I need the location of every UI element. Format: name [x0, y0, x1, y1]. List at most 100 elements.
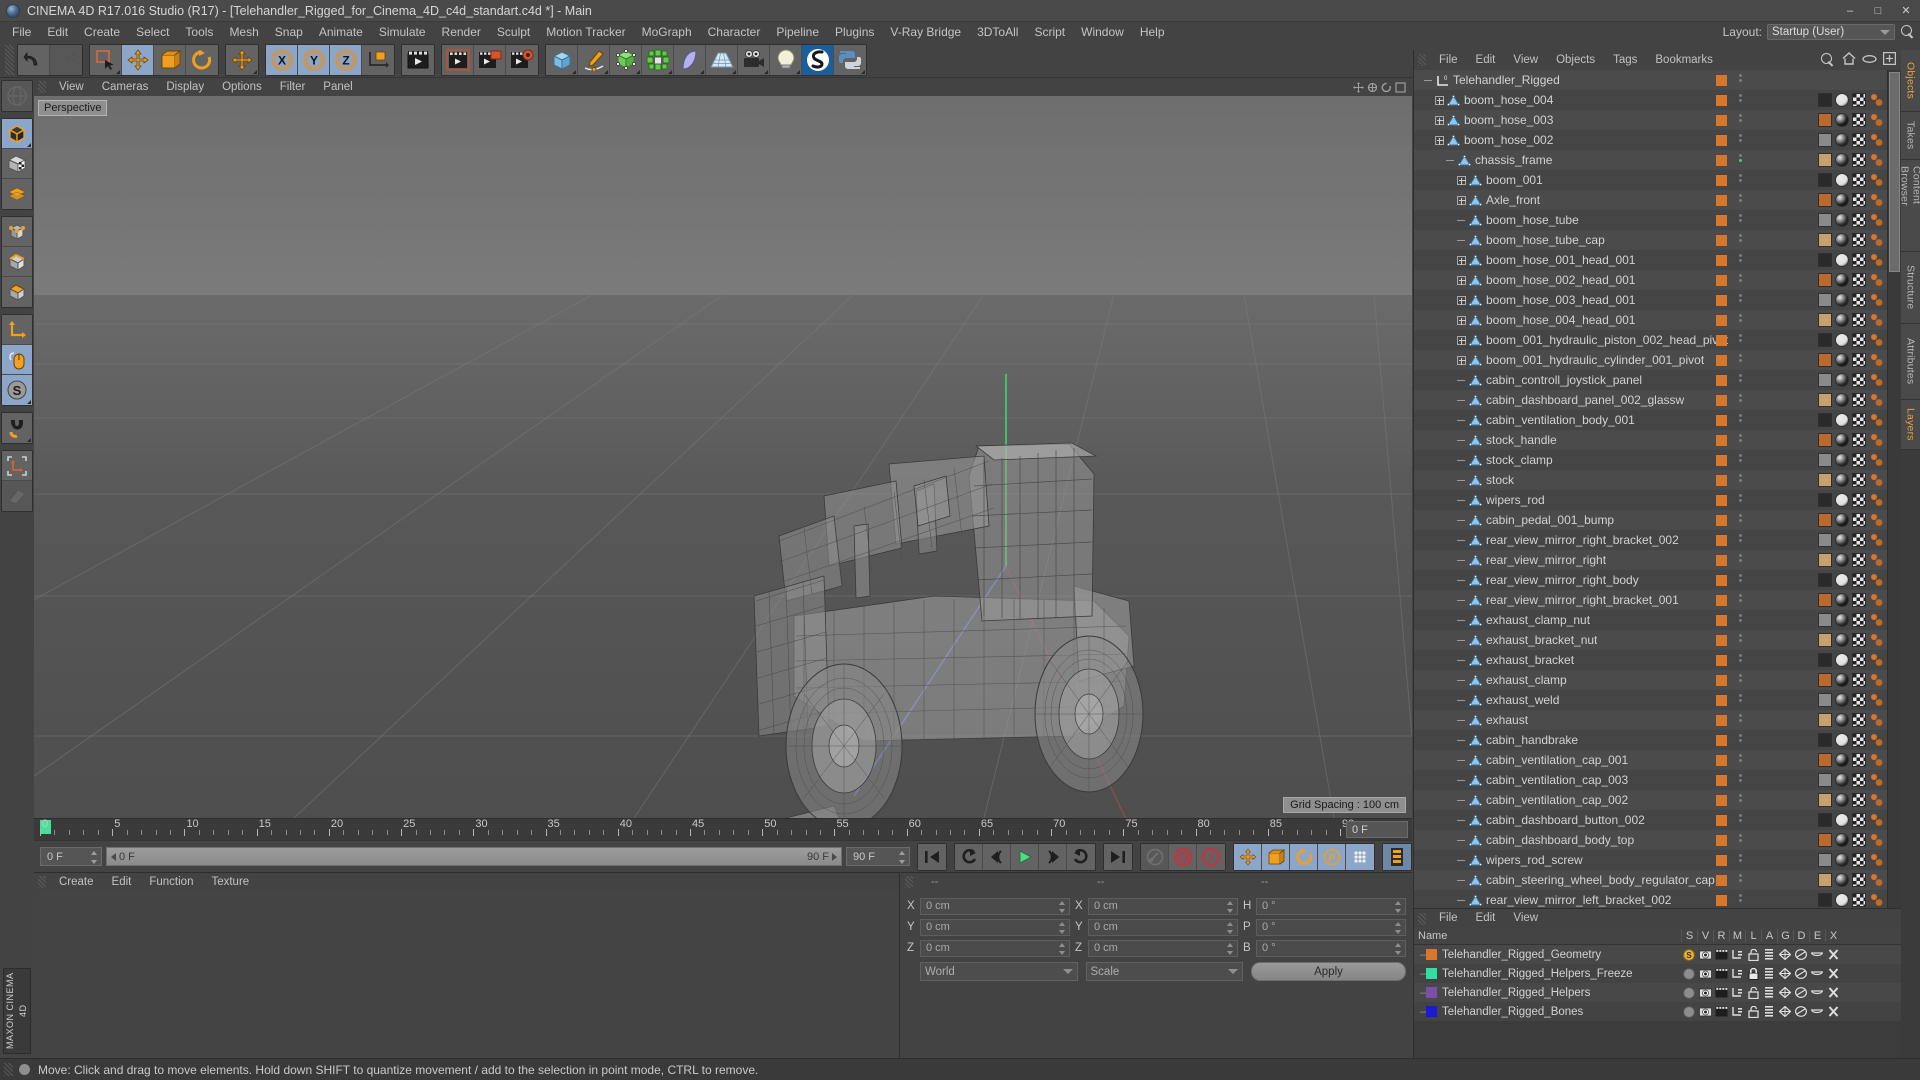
visibility-dots[interactable]	[1739, 393, 1743, 407]
object-tree-row[interactable]: exhaust_clamp_nut	[1414, 610, 1887, 630]
object-tag-icon[interactable]	[1852, 713, 1866, 727]
vertical-tab-attributes[interactable]: Attributes	[1901, 324, 1920, 400]
object-tag-icon[interactable]	[1852, 673, 1866, 687]
end-frame-input[interactable]: 90 F	[846, 847, 910, 866]
coordinate-space-select[interactable]: World	[920, 962, 1078, 981]
layer-column-x[interactable]: X	[1825, 930, 1841, 942]
layer-color-swatch[interactable]	[1716, 634, 1727, 646]
object-tree-row[interactable]: exhaust	[1414, 710, 1887, 730]
object-tag-icon[interactable]	[1852, 633, 1866, 647]
vertical-tab-takes[interactable]: Takes	[1901, 112, 1920, 160]
visibility-dots[interactable]	[1739, 513, 1743, 527]
material-list[interactable]	[34, 891, 899, 1058]
render-region-button[interactable]	[442, 44, 474, 75]
visibility-dots[interactable]	[1739, 793, 1743, 807]
stepper-icon[interactable]	[91, 851, 98, 864]
sculpt-symmetry-button[interactable]: S	[2, 375, 32, 405]
object-tag-icon[interactable]	[1835, 533, 1849, 547]
visibility-dots[interactable]	[1739, 353, 1743, 367]
layer-flag-xref[interactable]	[1825, 968, 1841, 979]
object-tag-icon[interactable]	[1818, 833, 1832, 847]
object-tag-icon[interactable]	[1818, 233, 1832, 247]
object-tag-icon[interactable]	[1852, 893, 1866, 907]
object-tag-icon[interactable]	[1869, 853, 1883, 867]
viewport-scale-icon[interactable]	[1367, 82, 1378, 93]
menu-item-simulate[interactable]: Simulate	[371, 22, 434, 42]
layer-flag-lock[interactable]	[1745, 986, 1761, 999]
layer-color-swatch[interactable]	[1716, 274, 1727, 286]
layer-color-swatch[interactable]	[1716, 714, 1727, 726]
visibility-dots[interactable]	[1739, 373, 1743, 387]
layer-color-swatch[interactable]	[1716, 234, 1727, 246]
object-tree-row[interactable]: exhaust_clamp	[1414, 670, 1887, 690]
object-tag-icon[interactable]	[1852, 113, 1866, 127]
object-tree-row[interactable]: boom_hose_004_head_001	[1414, 310, 1887, 330]
object-tag-icon[interactable]	[1869, 713, 1883, 727]
object-menu-tags[interactable]: Tags	[1604, 50, 1646, 70]
object-tag-icon[interactable]	[1869, 373, 1883, 387]
layer-column-g[interactable]: G	[1777, 930, 1793, 942]
layer-color-swatch[interactable]	[1716, 774, 1727, 786]
status-grip[interactable]	[4, 1063, 13, 1076]
layer-column-m[interactable]: M	[1729, 930, 1745, 942]
layer-color-swatch[interactable]	[1426, 949, 1437, 960]
object-tag-icon[interactable]	[1852, 293, 1866, 307]
size-y-input[interactable]: 0 cm	[1088, 918, 1238, 936]
layer-column-e[interactable]: E	[1809, 930, 1825, 942]
layer-flag-manager[interactable]	[1729, 987, 1745, 998]
object-tag-icon[interactable]	[1869, 553, 1883, 567]
expand-toggle-icon[interactable]	[1457, 315, 1466, 325]
vray-bridge-button[interactable]	[802, 44, 834, 75]
visibility-dots[interactable]	[1739, 653, 1743, 667]
object-tag-icon[interactable]	[1818, 333, 1832, 347]
object-tag-icon[interactable]	[1852, 273, 1866, 287]
object-tree-row[interactable]: boom_hose_002	[1414, 130, 1887, 150]
rotate-tool-button[interactable]	[186, 44, 218, 75]
primitive-cube-button[interactable]	[546, 44, 578, 75]
layer-flag-visible[interactable]	[1697, 969, 1713, 979]
apply-button[interactable]: Apply	[1251, 962, 1406, 981]
layer-flag-expression[interactable]	[1809, 1007, 1825, 1016]
viewport-menu-view[interactable]: View	[50, 78, 93, 96]
layer-flag-visible[interactable]	[1697, 1007, 1713, 1017]
object-tag-icon[interactable]	[1852, 873, 1866, 887]
layer-column-l[interactable]: L	[1745, 930, 1761, 942]
viewport-maximize-icon[interactable]	[1395, 81, 1406, 93]
object-tag-icon[interactable]	[1818, 293, 1832, 307]
menu-item-render[interactable]: Render	[434, 22, 489, 42]
material-menu-edit[interactable]: Edit	[103, 873, 141, 891]
time-range-slider[interactable]: 0 F 90 F	[106, 847, 842, 866]
object-tag-icon[interactable]	[1869, 873, 1883, 887]
add-panel-icon[interactable]	[1882, 51, 1897, 68]
object-tree-row[interactable]: cabin_ventilation_cap_001	[1414, 750, 1887, 770]
layer-color-swatch[interactable]	[1716, 874, 1727, 886]
object-tag-icon[interactable]	[1835, 133, 1849, 147]
layer-flag-render[interactable]	[1713, 1006, 1729, 1017]
object-tag-icon[interactable]	[1869, 213, 1883, 227]
menu-item-pipeline[interactable]: Pipeline	[768, 22, 827, 42]
object-tag-icon[interactable]	[1835, 773, 1849, 787]
object-tag-icon[interactable]	[1818, 253, 1832, 267]
object-tag-icon[interactable]	[1869, 193, 1883, 207]
scene-object-button[interactable]	[674, 44, 706, 75]
layer-flag-manager[interactable]	[1729, 968, 1745, 979]
ellipse-icon[interactable]	[1862, 53, 1877, 67]
object-tag-icon[interactable]	[1852, 753, 1866, 767]
play-button[interactable]	[1011, 843, 1039, 870]
menu-item-3dtoall[interactable]: 3DToAll	[969, 22, 1026, 42]
object-tag-icon[interactable]	[1852, 773, 1866, 787]
menu-item-file[interactable]: File	[4, 22, 39, 42]
menu-item-select[interactable]: Select	[128, 22, 177, 42]
object-tag-icon[interactable]	[1869, 593, 1883, 607]
menu-item-create[interactable]: Create	[76, 22, 128, 42]
object-tag-icon[interactable]	[1869, 693, 1883, 707]
object-tag-icon[interactable]	[1835, 613, 1849, 627]
object-tag-icon[interactable]	[1852, 653, 1866, 667]
pos-z-input[interactable]: 0 cm	[920, 939, 1070, 957]
lock-y-axis-button[interactable]: Y	[298, 44, 330, 75]
object-tag-icon[interactable]	[1869, 473, 1883, 487]
layer-flag-lock[interactable]	[1745, 967, 1761, 980]
stepper-icon[interactable]	[1227, 900, 1234, 913]
object-tag-icon[interactable]	[1852, 833, 1866, 847]
viewport-rotate-icon[interactable]	[1381, 82, 1392, 93]
